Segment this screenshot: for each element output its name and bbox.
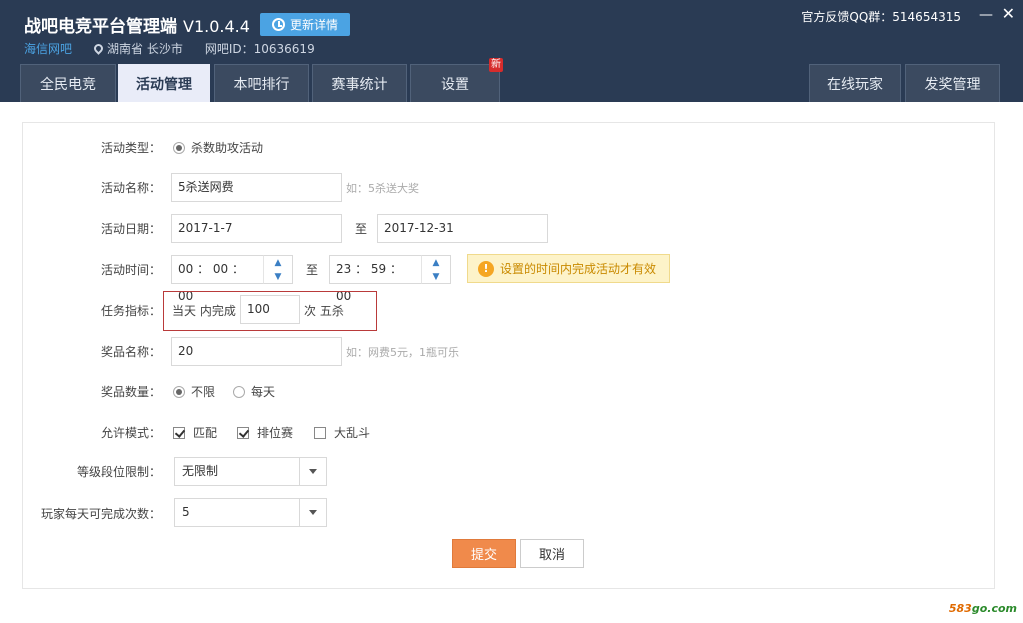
time-end-stepper[interactable]: ▲ ▼: [421, 255, 451, 284]
chevron-up-icon[interactable]: ▲: [264, 256, 292, 270]
time-start-input[interactable]: 00 ： 00 ： 00: [171, 255, 264, 303]
netbar-id: 网吧ID：10636619: [204, 42, 315, 56]
time-start-stepper[interactable]: ▲ ▼: [263, 255, 293, 284]
activity-name-hint: 如：5杀送大奖: [346, 182, 419, 195]
netbar-location: 湖南省 长沙市: [92, 40, 183, 57]
new-badge: 新: [489, 58, 503, 72]
mode-ranked-label: 排位赛: [257, 426, 294, 440]
tab-all-esports[interactable]: 全民电竞: [20, 64, 116, 102]
chevron-down-icon[interactable]: [299, 499, 326, 526]
warning-icon: !: [478, 260, 494, 277]
tab-bar-ranking[interactable]: 本吧排行: [214, 64, 309, 102]
mode-aram-label: 大乱斗: [334, 426, 371, 440]
daily-times-label: 玩家每天可完成次数：: [40, 507, 161, 521]
daily-times-select[interactable]: 5: [174, 498, 327, 527]
chevron-down-icon[interactable]: ▼: [264, 270, 292, 284]
checkbox-icon: [314, 427, 326, 439]
mode-ranked-checkbox[interactable]: 排位赛: [237, 424, 293, 441]
netbar-brand[interactable]: 海信网吧: [24, 40, 72, 57]
task-count-input[interactable]: 100: [240, 295, 300, 324]
activity-name-input[interactable]: 5杀送网费: [171, 173, 342, 202]
close-icon[interactable]: ✕: [1002, 4, 1015, 23]
prize-name-label: 奖品名称：: [100, 345, 161, 359]
task-label: 任务指标：: [100, 304, 161, 318]
activity-type-option: 杀数助攻活动: [191, 141, 264, 155]
time-warning-tooltip: ! 设置的时间内完成活动才有效: [467, 254, 670, 283]
mode-match-checkbox[interactable]: 匹配: [173, 424, 217, 441]
activity-time-label: 活动时间：: [100, 263, 161, 277]
time-end-input[interactable]: 23 ： 59 ： 00: [329, 255, 422, 303]
activity-form-panel: [22, 122, 995, 589]
tab-activity-management[interactable]: 活动管理: [118, 64, 210, 102]
location-text: 湖南省 长沙市: [107, 42, 183, 56]
qty-unlimited-label: 不限: [191, 385, 216, 399]
tab-match-stats[interactable]: 赛事统计: [312, 64, 407, 102]
radio-icon: [173, 142, 185, 154]
app-version: V1.0.4.4: [183, 17, 250, 36]
time-separator: 至: [306, 263, 319, 277]
minimize-icon[interactable]: —: [979, 7, 993, 23]
update-label: 更新详情: [289, 18, 338, 32]
prize-qty-label: 奖品数量：: [100, 385, 161, 399]
checkbox-icon: [173, 427, 185, 439]
radio-icon: [233, 386, 245, 398]
qty-daily-label: 每天: [251, 385, 276, 399]
daily-times-value: 5: [182, 505, 190, 519]
chevron-up-icon[interactable]: ▲: [422, 256, 450, 270]
prize-name-input[interactable]: 20: [171, 337, 342, 366]
radio-icon: [173, 386, 185, 398]
app-name: 战吧电竞平台管理端: [24, 17, 177, 37]
mode-aram-checkbox[interactable]: 大乱斗: [314, 424, 370, 441]
tab-online-players[interactable]: 在线玩家: [809, 64, 901, 102]
date-start-input[interactable]: 2017-1-7: [171, 214, 342, 243]
qq-feedback: 官方反馈QQ群：514654315: [801, 10, 961, 24]
time-warning-text: 设置的时间内完成活动才有效: [500, 262, 657, 276]
rank-limit-label: 等级段位限制：: [76, 465, 161, 479]
checkbox-icon: [237, 427, 249, 439]
mode-match-label: 匹配: [193, 426, 218, 440]
location-pin-icon: [92, 42, 105, 55]
qty-daily-radio[interactable]: 每天: [233, 383, 275, 400]
prize-name-hint: 如：网费5元，1瓶可乐: [346, 346, 459, 359]
date-end-input[interactable]: 2017-12-31: [377, 214, 548, 243]
activity-date-label: 活动日期：: [100, 222, 161, 236]
chevron-down-icon[interactable]: [299, 458, 326, 485]
watermark-logo: 583go.com: [949, 602, 1017, 615]
rank-limit-value: 无限制: [182, 464, 219, 478]
task-prefix: 当天 内完成: [172, 304, 236, 318]
rank-limit-select[interactable]: 无限制: [174, 457, 327, 486]
tab-settings[interactable]: 设置: [410, 64, 500, 102]
cancel-button[interactable]: 取消: [520, 539, 584, 568]
activity-type-label: 活动类型：: [100, 141, 161, 155]
task-suffix: 次 五杀: [304, 304, 344, 318]
activity-type-radio[interactable]: 杀数助攻活动: [173, 139, 263, 156]
tab-prize-management[interactable]: 发奖管理: [905, 64, 1000, 102]
qty-unlimited-radio[interactable]: 不限: [173, 383, 215, 400]
clock-icon: [271, 18, 285, 31]
watermark-part-b: go.com: [971, 602, 1017, 615]
chevron-down-icon[interactable]: ▼: [422, 270, 450, 284]
mode-label: 允许模式：: [100, 426, 161, 440]
app-title: 战吧电竞平台管理端 V1.0.4.4: [24, 12, 250, 37]
date-separator: 至: [355, 222, 368, 236]
netbar-info: 海信网吧 湖南省 长沙市 网吧ID：10636619: [24, 40, 315, 57]
watermark-part-a: 583: [948, 602, 972, 615]
activity-name-label: 活动名称：: [100, 181, 161, 195]
update-details-button[interactable]: 更新详情: [260, 13, 350, 36]
submit-button[interactable]: 提交: [452, 539, 516, 568]
